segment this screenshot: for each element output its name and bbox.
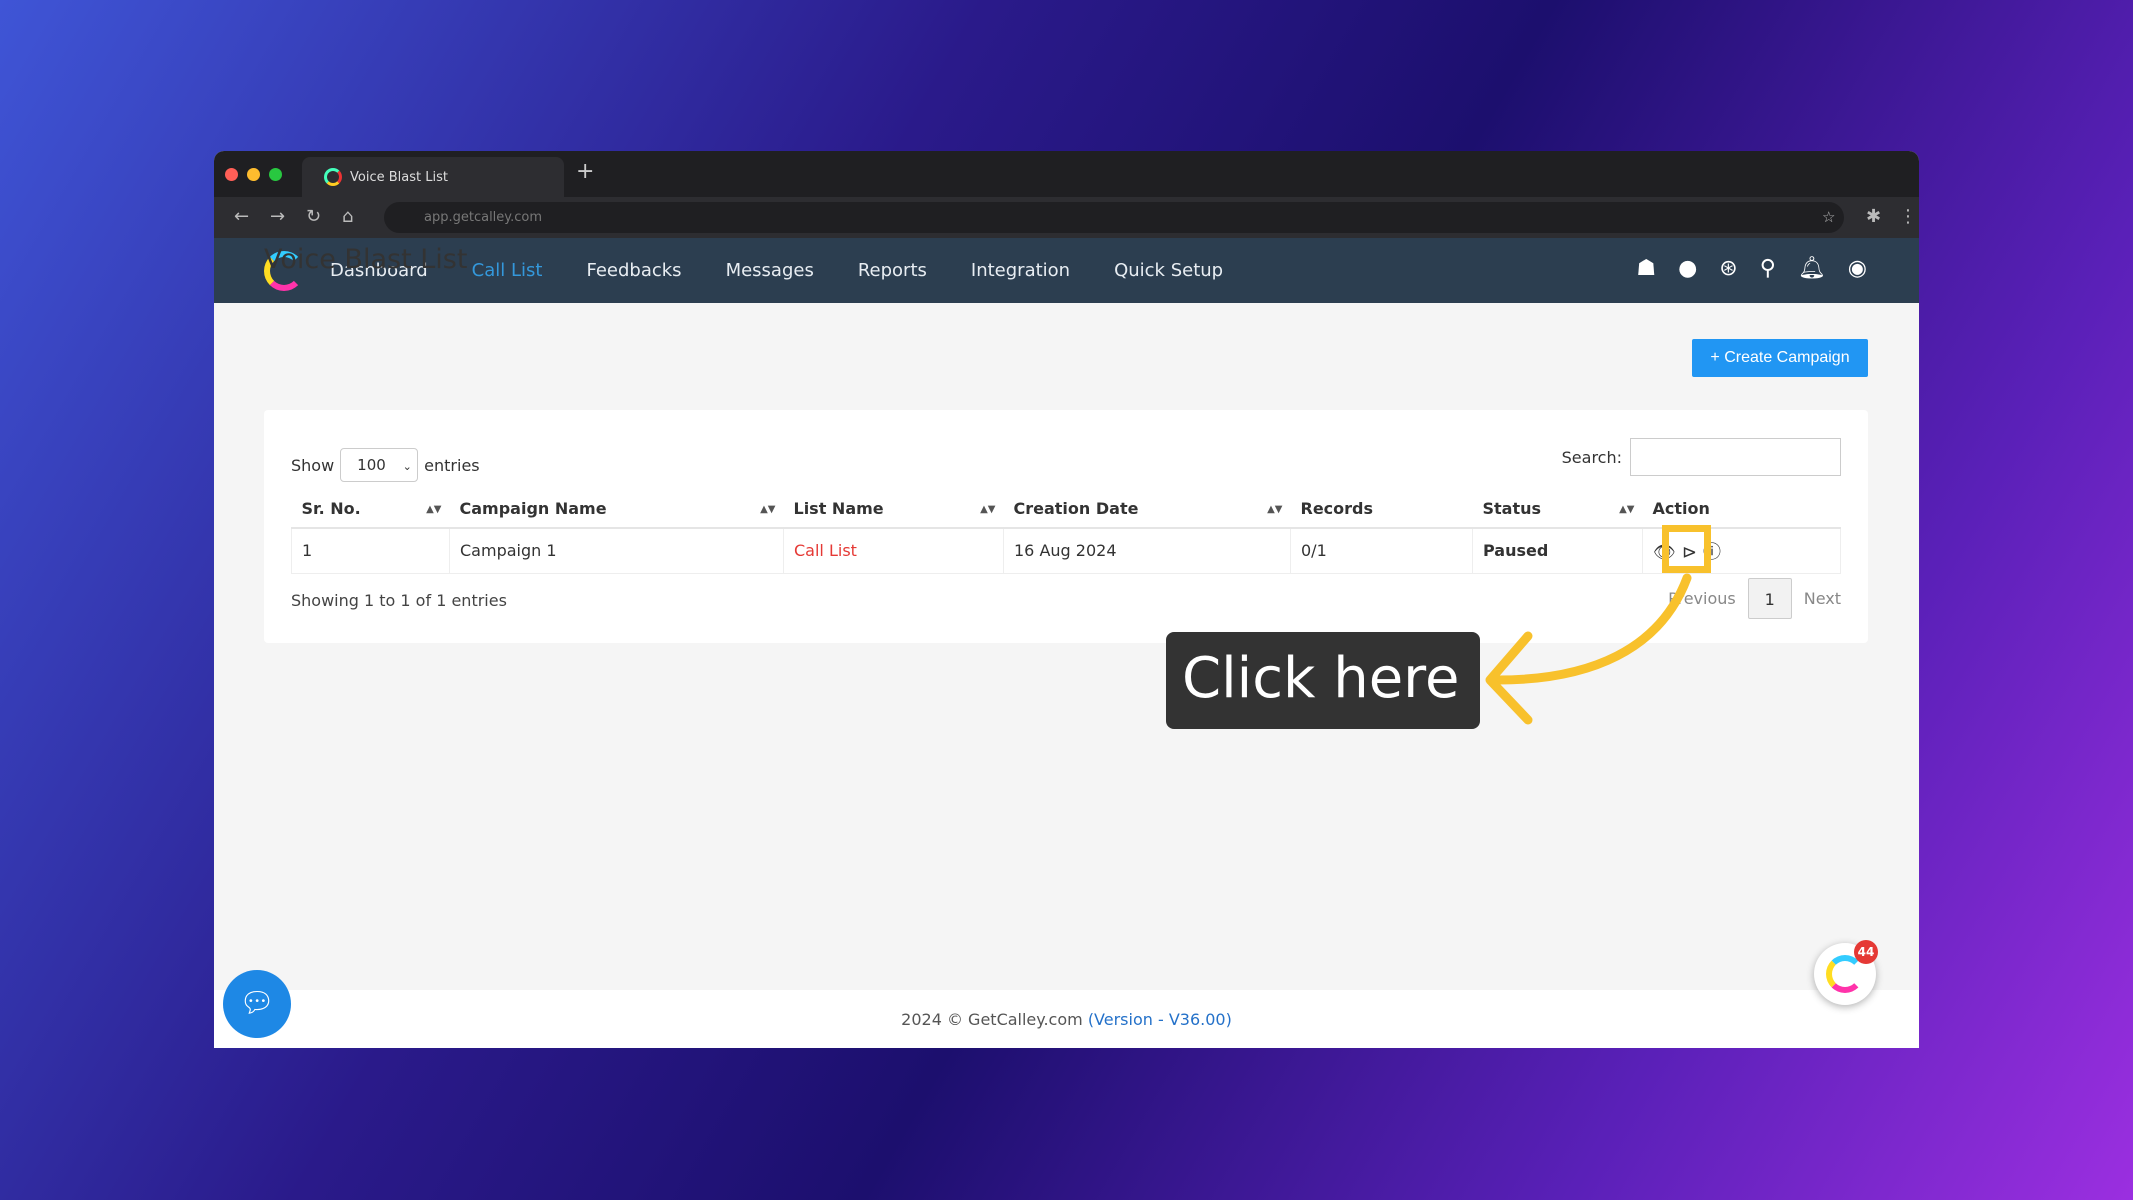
notification-badge: 44 xyxy=(1854,940,1878,964)
annotation-arrow xyxy=(1485,573,1692,725)
chat-icon: 💬︎ xyxy=(239,986,275,1019)
annotation-label: Click here xyxy=(1166,632,1480,729)
chat-button[interactable]: 💬︎ xyxy=(223,970,291,1038)
